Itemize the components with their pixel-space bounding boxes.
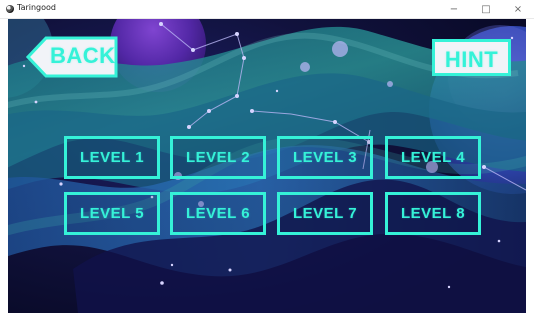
close-button[interactable]: × <box>502 0 534 19</box>
level-5-button[interactable]: LEVEL 5 <box>64 192 160 235</box>
level-select-screen: BACK HINT LEVEL 1 LEVEL 2 LEVEL 3 LEVEL … <box>8 19 526 313</box>
level-6-label: LEVEL 6 <box>185 205 251 222</box>
maximize-button[interactable]: □ <box>470 0 502 19</box>
level-4-label: LEVEL 4 <box>400 149 466 166</box>
level-1-button[interactable]: LEVEL 1 <box>64 136 160 179</box>
level-6-button[interactable]: LEVEL 6 <box>170 192 266 235</box>
back-label: BACK <box>50 43 116 68</box>
level-2-button[interactable]: LEVEL 2 <box>170 136 266 179</box>
level-8-label: LEVEL 8 <box>400 205 466 222</box>
level-3-button[interactable]: LEVEL 3 <box>277 136 373 179</box>
level-4-button[interactable]: LEVEL 4 <box>385 136 481 179</box>
window-title: Taringood <box>17 3 56 12</box>
level-3-label: LEVEL 3 <box>292 149 358 166</box>
level-7-label: LEVEL 7 <box>292 205 358 222</box>
minimize-button[interactable]: − <box>438 0 470 19</box>
game-window: Taringood − □ × BACK HINT LEVEL 1 LEVEL … <box>0 0 534 313</box>
title-bar: Taringood − □ × <box>0 0 534 19</box>
level-7-button[interactable]: LEVEL 7 <box>277 192 373 235</box>
hint-button[interactable]: HINT <box>432 39 511 76</box>
level-1-label: LEVEL 1 <box>79 149 145 166</box>
window-controls: − □ × <box>438 0 534 19</box>
app-icon <box>6 5 14 13</box>
level-8-button[interactable]: LEVEL 8 <box>385 192 481 235</box>
back-button[interactable]: BACK <box>26 36 119 78</box>
hint-label: HINT <box>444 47 499 72</box>
level-2-label: LEVEL 2 <box>185 149 251 166</box>
level-5-label: LEVEL 5 <box>79 205 145 222</box>
